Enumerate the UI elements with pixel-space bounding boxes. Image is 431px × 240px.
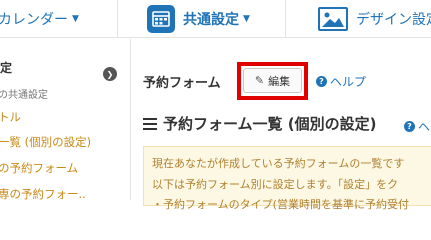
edit-button[interactable]: ✎ 編集 [243,68,302,93]
nav-divider [117,0,118,38]
caret-down-icon: ▼ [243,14,250,24]
section-title: 予約フォーム一覧 (個別の設定) [143,113,377,134]
help-link[interactable]: ? ヘルプ [316,73,366,90]
edit-button-label: 編集 [268,74,291,88]
section-title-text: 予約フォーム一覧 (個別の設定) [163,115,377,133]
notice-line: ・予約フォームのタイプ(営業時間を基準に予約受付 [152,198,409,211]
nav-design[interactable]: デザイン設定 [318,0,431,38]
question-icon: ? [404,121,415,132]
question-icon: ? [316,76,327,87]
nav-common-settings[interactable]: 共通設定 ▼ [147,0,250,38]
settings-grid-icon [147,5,175,33]
nav-calendar[interactable]: カレンダー ▼ [0,0,79,38]
sidebar-item[interactable]: トル [0,109,21,125]
sidebar-subtitle: の共通設定 [0,90,48,101]
main-content: 予約フォーム ✎ 編集 ? ヘルプ 予約フォーム一覧 (個別の設定) ? ヘ 現… [132,39,431,211]
caret-down-icon: ▼ [72,14,79,24]
image-icon [318,7,348,31]
nav-design-label: デザイン設定 [356,12,431,28]
section-help-label: ヘ [418,120,431,134]
list-icon [143,117,157,130]
nav-calendar-label: カレンダー [0,12,68,28]
sidebar: 定 の共通設定 ❯ トル 一覧 (個別の設定) の予約フォーム 専の予約フォー.… [0,39,131,202]
nav-divider [285,0,286,38]
chevron-down-icon[interactable]: ❯ [103,67,117,81]
help-label: ヘルプ [330,75,367,89]
notice-box: 現在あなたが作成している予約フォームの一覧です 以下は予約フォーム別に設定します… [143,146,431,211]
sidebar-item[interactable]: 専の予約フォー.. [0,186,86,202]
top-nav: カレンダー ▼ 共通設定 ▼ デザイン設定 [0,0,431,38]
reservation-form-label: 予約フォーム [143,76,221,91]
nav-common-settings-label: 共通設定 [183,12,239,28]
notice-line: 以下は予約フォーム別に設定します。「設定」をク [152,178,399,191]
sidebar-item[interactable]: 一覧 (個別の設定) [0,134,91,150]
section-help-link[interactable]: ? ヘ [404,118,430,135]
sidebar-title: 定 [0,61,13,75]
edit-icon: ✎ [254,74,265,87]
notice-line: 現在あなたが作成している予約フォームの一覧です [152,157,405,170]
sidebar-item[interactable]: の予約フォーム [0,160,78,176]
